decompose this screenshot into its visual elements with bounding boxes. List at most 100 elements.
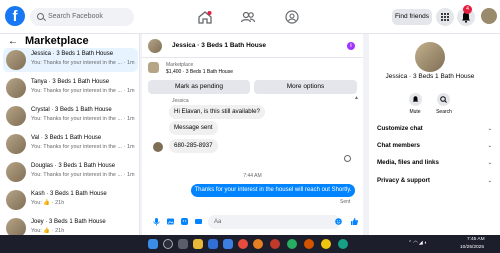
- list-item[interactable]: Kash · 3 Beds 1 Bath House You: 👍 · 21h: [3, 188, 138, 212]
- chrome-profile-icon[interactable]: [304, 239, 314, 249]
- incoming-message: Hi Elavan, is this still available?: [169, 105, 265, 119]
- listing-label: Marketplace: [166, 62, 194, 68]
- marketplace-header: ← Marketplace: [8, 34, 89, 48]
- listing-thumbnail: [6, 106, 26, 126]
- search-icon: [440, 96, 447, 103]
- seen-indicator: [344, 155, 351, 162]
- home-icon[interactable]: [197, 9, 213, 25]
- menu-grid-button[interactable]: [436, 8, 454, 26]
- store-icon[interactable]: [208, 239, 218, 249]
- chat-members-item[interactable]: Chat members ⌄: [377, 140, 492, 152]
- chat-title[interactable]: Jessica · 3 Beds 1 Bath House: [172, 42, 266, 49]
- chrome-icon[interactable]: [238, 239, 248, 249]
- facebook-logo[interactable]: f: [5, 6, 25, 26]
- back-arrow-icon[interactable]: ←: [8, 36, 18, 47]
- microphone-icon[interactable]: [152, 217, 161, 226]
- search-icon: [37, 13, 44, 20]
- menu-item-label: Chat members: [377, 142, 420, 149]
- chrome-profile-icon[interactable]: [253, 239, 263, 249]
- mute-button[interactable]: [409, 93, 422, 106]
- taskbar-time[interactable]: 7:45 AM: [467, 237, 485, 242]
- more-options-button[interactable]: More options: [254, 80, 357, 94]
- menu-item-label: Customize chat: [377, 125, 423, 132]
- list-item[interactable]: Crystal · 3 Beds 1 Bath House You: Thank…: [3, 104, 138, 128]
- privacy-support-item[interactable]: Privacy & support ⌄: [377, 175, 492, 187]
- message-input[interactable]: Aa: [208, 215, 340, 229]
- chat-header: Jessica · 3 Beds 1 Bath House i: [142, 34, 363, 58]
- conversation-preview: You: 👍 · 21h: [31, 228, 65, 234]
- search-conversation-button[interactable]: [437, 93, 450, 106]
- sticker-icon[interactable]: [180, 217, 189, 226]
- conversation-preview: You: 👍 · 21h: [31, 200, 65, 206]
- listing-thumbnail: [6, 50, 26, 70]
- media-files-links-item[interactable]: Media, files and links ⌄: [377, 157, 492, 169]
- page-title: Marketplace: [25, 35, 89, 47]
- top-navbar: f Search Facebook Find friends 4: [0, 0, 500, 34]
- listing-thumbnail: [148, 62, 159, 73]
- info-icon[interactable]: i: [347, 42, 355, 50]
- sender-label: Jessica: [172, 98, 189, 104]
- conversation-name: Kash · 3 Beds 1 Bath House: [31, 191, 107, 197]
- taskbar-date[interactable]: 10/25/2025: [460, 245, 484, 250]
- search-icon[interactable]: [163, 239, 173, 249]
- conversation-name: Joey · 3 Beds 1 Bath House: [31, 219, 106, 225]
- mute-label: Mute: [409, 109, 421, 115]
- task-view-icon[interactable]: [178, 239, 188, 249]
- menu-item-label: Privacy & support: [377, 177, 430, 184]
- listing-thumbnail: [6, 190, 26, 210]
- conversation-name: Douglas · 3 Beds 1 Bath House: [31, 163, 116, 169]
- groups-icon[interactable]: [284, 9, 300, 25]
- chevron-down-icon: ⌄: [487, 126, 492, 132]
- emoji-icon[interactable]: [334, 217, 343, 226]
- windows-taskbar: ⌃ ◠ ◢ ◖ 7:45 AM 10/25/2025: [0, 235, 500, 253]
- chevron-up-icon[interactable]: ▲: [354, 95, 359, 101]
- windows-start-icon[interactable]: [148, 239, 158, 249]
- conversation-preview: You: Thanks for your interest in the ...…: [31, 116, 135, 122]
- list-item[interactable]: Jessica · 3 Beds 1 Bath House You: Thank…: [3, 48, 138, 72]
- listing-thumbnail: [6, 162, 26, 182]
- conversation-preview: You: Thanks for your interest in the ...…: [31, 60, 135, 66]
- chrome-profile-icon[interactable]: [321, 239, 331, 249]
- bell-icon: [412, 96, 419, 102]
- conversation-name: Crystal · 3 Beds 1 Bath House: [31, 107, 112, 113]
- profile-avatar[interactable]: [481, 8, 497, 24]
- details-name: Jessica · 3 Beds 1 Bath House: [385, 73, 475, 80]
- grid-icon: [441, 13, 449, 21]
- sent-status: Sent: [340, 199, 351, 205]
- menu-item-label: Media, files and links: [377, 159, 439, 166]
- chat-avatar[interactable]: [148, 39, 162, 53]
- conversation-name: Jessica · 3 Beds 1 Bath House: [31, 51, 114, 57]
- image-icon[interactable]: [166, 217, 175, 226]
- tray-icons[interactable]: ⌃ ◠ ◢ ◖: [408, 241, 427, 246]
- find-friends-button[interactable]: Find friends: [392, 9, 432, 25]
- chrome-profile-icon[interactable]: [338, 239, 348, 249]
- conversation-preview: You: Thanks for your interest in the ...…: [31, 172, 135, 178]
- sender-avatar: [153, 142, 163, 152]
- listing-avatar[interactable]: [415, 42, 445, 72]
- list-item[interactable]: Val · 3 Beds 1 Bath House You: Thanks fo…: [3, 132, 138, 156]
- list-item[interactable]: Joey · 3 Beds 1 Bath House You: 👍 · 21h: [3, 216, 138, 235]
- mail-icon[interactable]: [223, 239, 233, 249]
- gif-icon[interactable]: [194, 217, 203, 226]
- chrome-profile-icon[interactable]: [287, 239, 297, 249]
- listing-price: $1,400 · 3 Beds 1 Bath House: [166, 69, 233, 75]
- chevron-down-icon: ⌄: [487, 143, 492, 149]
- file-explorer-icon[interactable]: [193, 239, 203, 249]
- chrome-profile-icon[interactable]: [270, 239, 280, 249]
- list-item[interactable]: Tanya · 3 Beds 1 Bath House You: Thanks …: [3, 76, 138, 100]
- friends-icon[interactable]: [240, 9, 256, 25]
- listing-summary[interactable]: Marketplace $1,400 · 3 Beds 1 Bath House: [142, 58, 363, 77]
- mark-as-pending-button[interactable]: Mark as pending: [148, 80, 250, 94]
- conversation-name: Tanya · 3 Beds 1 Bath House: [31, 79, 110, 85]
- conversation-preview: You: Thanks for your interest in the ...…: [31, 88, 135, 94]
- chevron-down-icon: ⌄: [487, 178, 492, 184]
- customize-chat-item[interactable]: Customize chat ⌄: [377, 123, 492, 135]
- list-item[interactable]: Douglas · 3 Beds 1 Bath House You: Thank…: [3, 160, 138, 184]
- search-input[interactable]: Search Facebook: [30, 8, 134, 26]
- listing-thumbnail: [6, 78, 26, 98]
- conversation-preview: You: Thanks for your interest in the ...…: [31, 144, 135, 150]
- incoming-message: Message sent: [169, 121, 218, 135]
- thumbs-up-icon[interactable]: [350, 217, 359, 226]
- conversation-details-panel: Jessica · 3 Beds 1 Bath House Mute Searc…: [369, 34, 500, 235]
- outgoing-message: Thanks for your interest in the housel w…: [191, 184, 355, 197]
